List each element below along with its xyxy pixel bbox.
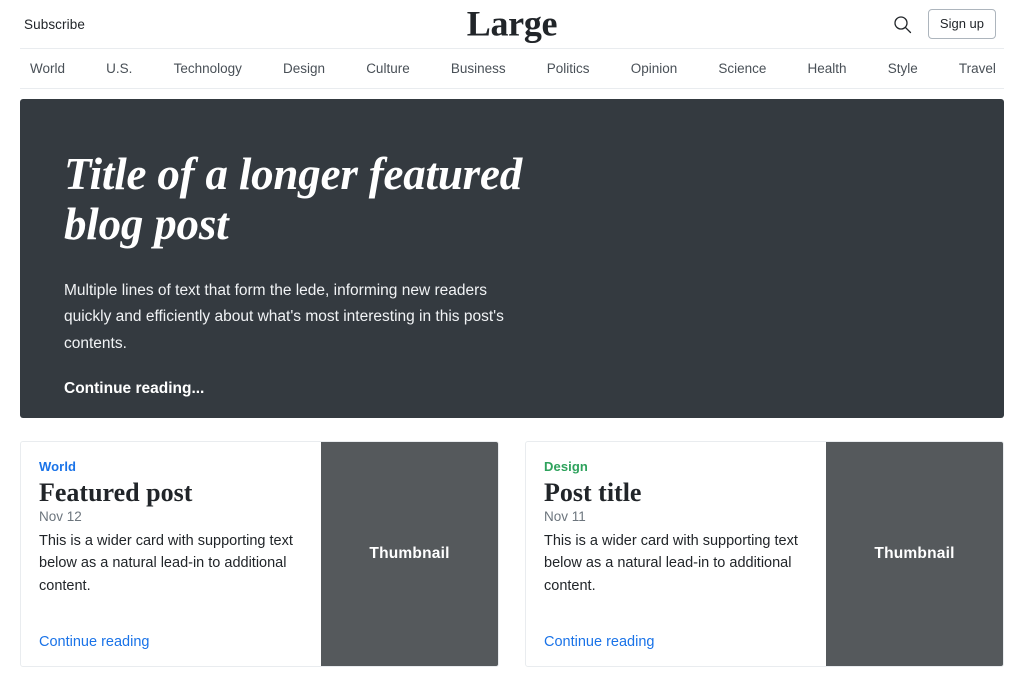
nav-item-health[interactable]: Health [806, 57, 849, 80]
hero-continue-reading-link[interactable]: Continue reading... [64, 380, 204, 398]
masthead-right: Sign up [892, 9, 996, 39]
post-card-date: Nov 11 [544, 508, 586, 524]
nav-item-opinion[interactable]: Opinion [629, 57, 680, 80]
nav-item-world[interactable]: World [28, 57, 67, 80]
subscribe-link[interactable]: Subscribe [24, 17, 85, 32]
search-icon [893, 15, 912, 34]
hero-lede: Multiple lines of text that form the led… [64, 281, 504, 353]
post-card-thumbnail: Thumbnail [321, 442, 498, 666]
page-title: Large [20, 5, 1004, 41]
nav-item-business[interactable]: Business [449, 57, 508, 80]
featured-hero: Title of a longer featured blog post Mul… [20, 99, 1004, 418]
post-card-text: This is a wider card with supporting tex… [544, 532, 798, 594]
post-card-thumbnail-label: Thumbnail [369, 545, 450, 562]
post-card-body: Design Post title Nov 11 This is a wider… [526, 442, 826, 666]
masthead: Subscribe Large Sign up [20, 0, 1004, 49]
search-button[interactable] [892, 13, 914, 35]
page-container: Subscribe Large Sign up World U.S. Techn… [0, 0, 1024, 667]
post-card-continue-reading-link[interactable]: Continue reading [39, 634, 303, 650]
nav-item-style[interactable]: Style [886, 57, 920, 80]
blog-title-text: Large [466, 3, 558, 44]
post-card-title: Featured post [39, 478, 193, 507]
sign-up-button[interactable]: Sign up [927, 9, 996, 39]
post-card-text: This is a wider card with supporting tex… [39, 532, 293, 594]
nav-item-culture[interactable]: Culture [364, 57, 412, 80]
nav-item-politics[interactable]: Politics [545, 57, 592, 80]
post-card-date: Nov 12 [39, 508, 82, 524]
category-nav: World U.S. Technology Design Culture Bus… [20, 49, 1004, 89]
post-card[interactable]: World Featured post Nov 12 This is a wid… [20, 441, 499, 667]
post-card-thumbnail-label: Thumbnail [874, 545, 955, 562]
nav-item-science[interactable]: Science [716, 57, 768, 80]
post-card-thumbnail: Thumbnail [826, 442, 1003, 666]
post-card-row: World Featured post Nov 12 This is a wid… [20, 441, 1004, 667]
post-card-body: World Featured post Nov 12 This is a wid… [21, 442, 321, 666]
post-card-category: Design [544, 459, 588, 474]
nav-item-us[interactable]: U.S. [104, 57, 134, 80]
hero-title: Title of a longer featured blog post [64, 149, 523, 250]
nav-item-design[interactable]: Design [281, 57, 327, 80]
post-card-category: World [39, 459, 77, 474]
nav-item-technology[interactable]: Technology [172, 57, 244, 80]
post-card-title: Post title [544, 478, 642, 507]
post-card-continue-reading-link[interactable]: Continue reading [544, 634, 808, 650]
post-card[interactable]: Design Post title Nov 11 This is a wider… [525, 441, 1004, 667]
nav-item-travel[interactable]: Travel [957, 57, 998, 80]
masthead-left: Subscribe [24, 17, 85, 32]
